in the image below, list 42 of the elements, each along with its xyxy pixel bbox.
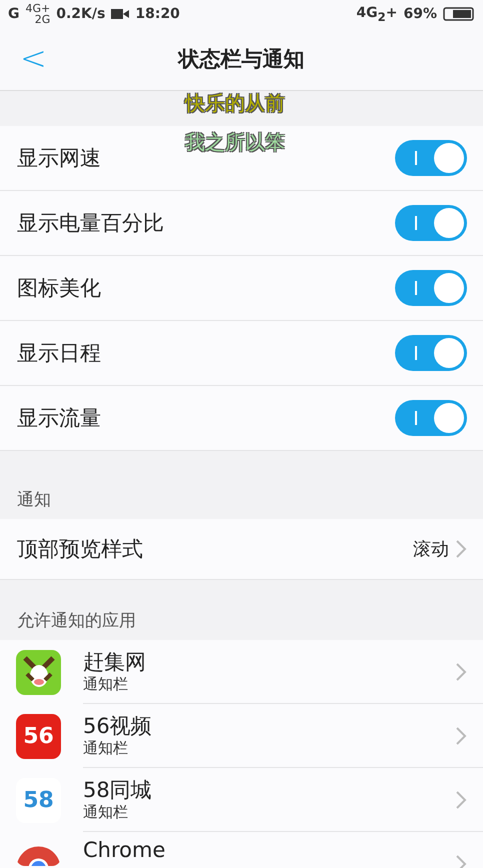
- chevron-icon: [455, 854, 467, 868]
- setting-value: 滚动: [413, 538, 449, 561]
- setting-label: 显示日程: [17, 340, 102, 367]
- app-name: 56视频: [83, 713, 152, 739]
- page-title: 状态栏与通知: [178, 46, 304, 73]
- speed-label: 0.2K/s: [56, 6, 106, 22]
- section-title: 通知: [16, 488, 52, 512]
- app-subtitle: 通知栏: [83, 739, 128, 758]
- app-logo-icon: 58: [16, 778, 61, 822]
- chevron-icon: [455, 539, 467, 559]
- section-title: 允许通知的应用: [16, 610, 137, 632]
- battery-icon: [443, 7, 475, 21]
- chevron-icon: [455, 726, 467, 746]
- signal-label: G: [8, 6, 20, 22]
- toggle-switch[interactable]: [395, 270, 467, 306]
- time-label: 18:20: [135, 6, 180, 22]
- donkey-icon: [16, 650, 61, 694]
- toggle-switch[interactable]: [395, 400, 467, 436]
- video-icon: [111, 8, 130, 20]
- chevron-icon: [455, 790, 467, 810]
- app-name: 赶集网: [83, 649, 146, 675]
- setting-label: 显示流量: [17, 405, 102, 432]
- network-label: 4G$_{2}$+: [356, 4, 398, 24]
- chevron-icon: [455, 662, 467, 682]
- network-label: 4G+: [26, 3, 50, 14]
- app-subtitle: 通知栏: [83, 675, 128, 694]
- app-logo-icon: 56: [16, 714, 61, 758]
- network-label: 2G: [34, 14, 50, 25]
- app-name: 58同城: [83, 777, 152, 803]
- battery-label: 69%: [403, 6, 437, 22]
- app-name: Chrome: [83, 836, 166, 862]
- setting-label: 图标美化: [17, 275, 102, 302]
- app-subtitle: 通知栏: [83, 803, 128, 822]
- setting-label: 显示网速: [17, 145, 102, 172]
- setting-label: 显示电量百分比: [17, 210, 165, 237]
- toggle-switch[interactable]: [395, 205, 467, 241]
- toggle-switch[interactable]: [395, 335, 467, 371]
- toggle-switch[interactable]: [395, 140, 467, 176]
- back-button[interactable]: <: [14, 42, 53, 74]
- caption-text: 我之所以笨: [185, 129, 285, 156]
- caption-text: 快乐的从前: [185, 90, 285, 117]
- setting-label: 顶部预览样式: [17, 536, 144, 563]
